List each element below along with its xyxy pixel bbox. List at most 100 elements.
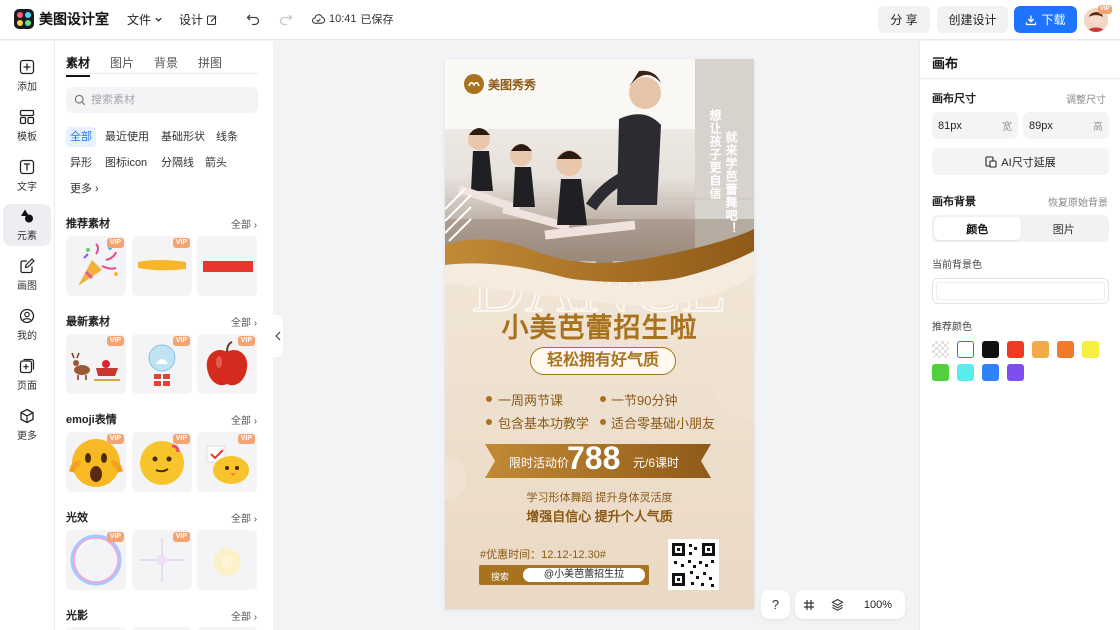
search-input[interactable] (91, 94, 241, 106)
restore-bg-link[interactable]: 恢复原始背景 (1048, 194, 1108, 209)
tab-backgrounds[interactable]: 背景 (154, 54, 178, 71)
poster-promo-time[interactable]: #优惠时间：12.12-12.30# (480, 546, 606, 562)
tab-images[interactable]: 图片 (110, 54, 134, 71)
poster-selling-point-1[interactable]: 学习形体舞蹈 提升身体灵活度 (445, 489, 754, 505)
color-swatch[interactable] (1007, 364, 1024, 381)
material-bubble-ring[interactable]: VIP (66, 530, 126, 590)
poster-brand[interactable]: 美图秀秀 (464, 74, 536, 94)
poster-subheadline[interactable]: 轻松拥有好气质 (530, 347, 676, 375)
chip-basic-shapes[interactable]: 基础形状 (157, 127, 209, 147)
save-status: 10:41 已保存 (312, 11, 394, 27)
vip-badge: VIP (237, 434, 255, 444)
height-field[interactable]: 89px 高 (1023, 112, 1109, 139)
section-all-emoji[interactable]: 全部 › (231, 412, 257, 427)
undo-button[interactable] (245, 11, 261, 27)
poster-bullet[interactable]: 适合零基础小朋友 (611, 413, 715, 432)
material-thinking-emoji[interactable]: VIP (132, 432, 192, 492)
chevron-left-icon (275, 331, 281, 341)
vip-badge: VIP (172, 434, 190, 444)
download-button[interactable]: 下载 (1014, 6, 1077, 33)
collapse-panel-button[interactable] (273, 315, 283, 357)
color-swatch[interactable] (957, 341, 974, 358)
layers-button[interactable] (823, 598, 851, 611)
color-swatch[interactable] (932, 364, 949, 381)
grid-toggle-button[interactable] (795, 599, 823, 611)
chip-recent[interactable]: 最近使用 (101, 127, 153, 147)
create-design-button[interactable]: 创建设计 (937, 6, 1008, 33)
material-snow-globe[interactable]: VIP (132, 334, 192, 394)
poster-selling-point-2[interactable]: 增强自信心 提升个人气质 (445, 506, 754, 525)
poster-bullet[interactable]: 包含基本功教学 (498, 413, 589, 432)
rail-item-elements[interactable]: 元素 (3, 204, 51, 246)
see-all-label: 全部 (231, 612, 251, 623)
material-red-bar[interactable] (197, 236, 257, 296)
color-swatch[interactable] (957, 364, 974, 381)
help-button[interactable]: ? (761, 590, 790, 619)
material-party-popper[interactable]: VIP (66, 236, 126, 296)
section-all-light-effects[interactable]: 全部 › (231, 510, 257, 525)
poster-vertical-slogan-1[interactable]: 就来学芭蕾舞吧！ (723, 131, 740, 235)
poster-price-prefix[interactable]: 限时活动价 (509, 454, 569, 471)
poster-account[interactable]: @小美芭蕾招生拉 (523, 568, 645, 582)
tab-collage[interactable]: 拼图 (198, 54, 222, 71)
tab-bg-image[interactable]: 图片 (1021, 217, 1108, 240)
material-sparkle-star[interactable]: VIP (132, 530, 192, 590)
tabs-divider (66, 73, 258, 74)
poster-headline[interactable]: 小美芭蕾招生啦 (445, 306, 754, 345)
material-reindeer-sleigh[interactable]: VIP (66, 334, 126, 394)
chip-dividers[interactable]: 分隔线 (157, 153, 198, 173)
color-swatch[interactable] (982, 341, 999, 358)
file-menu[interactable]: 文件 (127, 11, 163, 28)
current-bg-color[interactable] (932, 278, 1109, 304)
rail-item-mine[interactable]: 我的 (3, 304, 51, 346)
zoom-level[interactable]: 100% (851, 599, 905, 611)
chip-icons[interactable]: 图标icon (101, 153, 151, 173)
color-swatch[interactable] (1057, 341, 1074, 358)
chip-irregular[interactable]: 异形 (66, 153, 96, 173)
app-logo[interactable]: 美图设计室 (14, 9, 109, 29)
section-all-newest[interactable]: 全部 › (231, 314, 257, 329)
material-red-apple[interactable]: VIP (197, 334, 257, 394)
material-yellow-brush[interactable]: VIP (132, 236, 192, 296)
chip-all[interactable]: 全部 (66, 127, 96, 147)
poster-vertical-slogan-2[interactable]: 想让孩子更自信 (707, 109, 724, 200)
color-swatch[interactable] (982, 364, 999, 381)
rail-item-draw[interactable]: 画图 (3, 254, 51, 296)
width-field[interactable]: 81px 宽 (932, 112, 1018, 139)
canvas-settings-panel: 画布 画布尺寸 调整尺寸 81px 宽 89px 高 AI尺寸延展 画布背景 恢… (919, 41, 1120, 630)
poster-bullet[interactable]: 一节90分钟 (611, 390, 677, 409)
material-soft-glow[interactable] (197, 530, 257, 590)
chip-more[interactable]: 更多 › (66, 179, 103, 199)
tab-materials[interactable]: 素材 (66, 54, 91, 77)
color-swatch[interactable] (1082, 341, 1099, 358)
section-all-recommended[interactable]: 全部 › (231, 216, 257, 231)
page-add-icon (19, 358, 35, 374)
chip-arrows[interactable]: 箭头 (201, 153, 231, 173)
rail-item-more[interactable]: 更多 (3, 404, 51, 446)
redo-button[interactable] (278, 11, 294, 27)
section-all-light-shadow[interactable]: 全部 › (231, 608, 257, 623)
poster-price[interactable]: 788 (567, 440, 620, 477)
tab-bg-color[interactable]: 颜色 (934, 217, 1021, 240)
height-unit: 高 (1093, 122, 1103, 133)
rail-item-add[interactable]: 添加 (3, 55, 51, 97)
ai-extend-button[interactable]: AI尺寸延展 (932, 148, 1109, 175)
color-swatch[interactable] (1007, 341, 1024, 358)
edit-icon (207, 15, 217, 25)
design-canvas[interactable]: DANCE (445, 59, 754, 609)
design-menu[interactable]: 设计 (179, 11, 218, 28)
share-button[interactable]: 分 享 (878, 6, 930, 33)
material-shocked-emoji[interactable]: VIP (66, 432, 126, 492)
rail-item-page[interactable]: 页面 (3, 354, 51, 396)
rail-item-text[interactable]: 文字 (3, 155, 51, 197)
color-swatch[interactable] (1032, 341, 1049, 358)
poster-qr-code[interactable] (668, 539, 719, 590)
chip-lines[interactable]: 线条 (212, 127, 242, 147)
resize-link[interactable]: 调整尺寸 (1066, 91, 1106, 106)
color-swatch[interactable] (932, 341, 949, 358)
search-box[interactable] (66, 87, 258, 113)
material-chick-emoji[interactable]: VIP (197, 432, 257, 492)
rail-item-template[interactable]: 模板 (3, 105, 51, 147)
poster-bullet[interactable]: 一周两节课 (498, 390, 563, 409)
poster-price-suffix[interactable]: 元/6课时 (633, 454, 679, 471)
